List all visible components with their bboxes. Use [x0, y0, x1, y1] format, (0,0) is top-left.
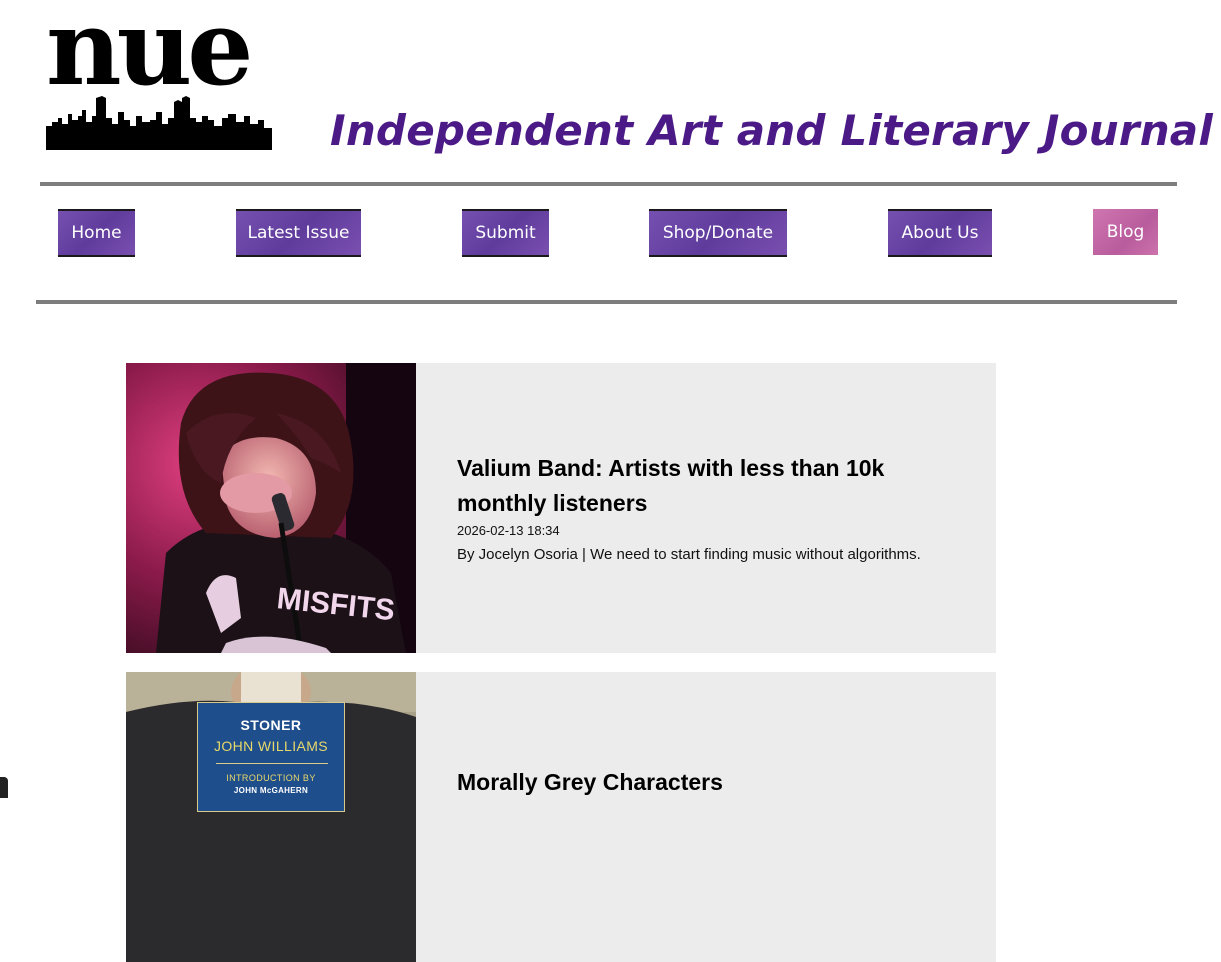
header-divider-top	[40, 182, 1177, 186]
logo-wordmark: nue	[46, 0, 253, 109]
post-thumbnail-singer[interactable]: MISFITS	[126, 363, 416, 653]
nav-submit-button[interactable]: Submit	[462, 209, 549, 257]
header-divider-bottom	[36, 300, 1177, 304]
post-date: 2026-02-13 18:34	[457, 523, 560, 538]
post-title[interactable]: Valium Band: Artists with less than 10k …	[457, 451, 897, 521]
book-intro-name: JOHN McGAHERN	[233, 786, 309, 795]
blog-post-card[interactable]: STONER JOHN WILLIAMS INTRODUCTION BY JOH…	[126, 672, 996, 962]
blog-post-card[interactable]: MISFITS Valium Band: Artists with less t…	[126, 363, 996, 653]
corner-widget-tab[interactable]	[0, 777, 8, 798]
nav-blog-button[interactable]: Blog	[1093, 209, 1158, 255]
site-tagline: Independent Art and Literary Journal	[330, 106, 1213, 155]
site-logo[interactable]: nue	[46, 0, 272, 150]
post-excerpt: By Jocelyn Osoria | We need to start fin…	[457, 546, 921, 563]
nav-about-us-button[interactable]: About Us	[888, 209, 992, 257]
post-thumbnail-book[interactable]: STONER JOHN WILLIAMS INTRODUCTION BY JOH…	[126, 672, 416, 962]
nav-latest-issue-button[interactable]: Latest Issue	[236, 209, 361, 257]
skyline-graphic	[46, 96, 272, 150]
book-title: STONER	[240, 717, 302, 733]
nav-home-button[interactable]: Home	[58, 209, 135, 257]
book-cover: STONER JOHN WILLIAMS INTRODUCTION BY JOH…	[197, 702, 345, 812]
book-intro-label: INTRODUCTION BY	[226, 773, 316, 783]
nav-shop-donate-button[interactable]: Shop/Donate	[649, 209, 787, 257]
book-divider	[216, 763, 328, 764]
book-author: JOHN WILLIAMS	[213, 738, 329, 754]
singer-photo-image: MISFITS	[126, 363, 416, 653]
post-title[interactable]: Morally Grey Characters	[457, 765, 897, 800]
